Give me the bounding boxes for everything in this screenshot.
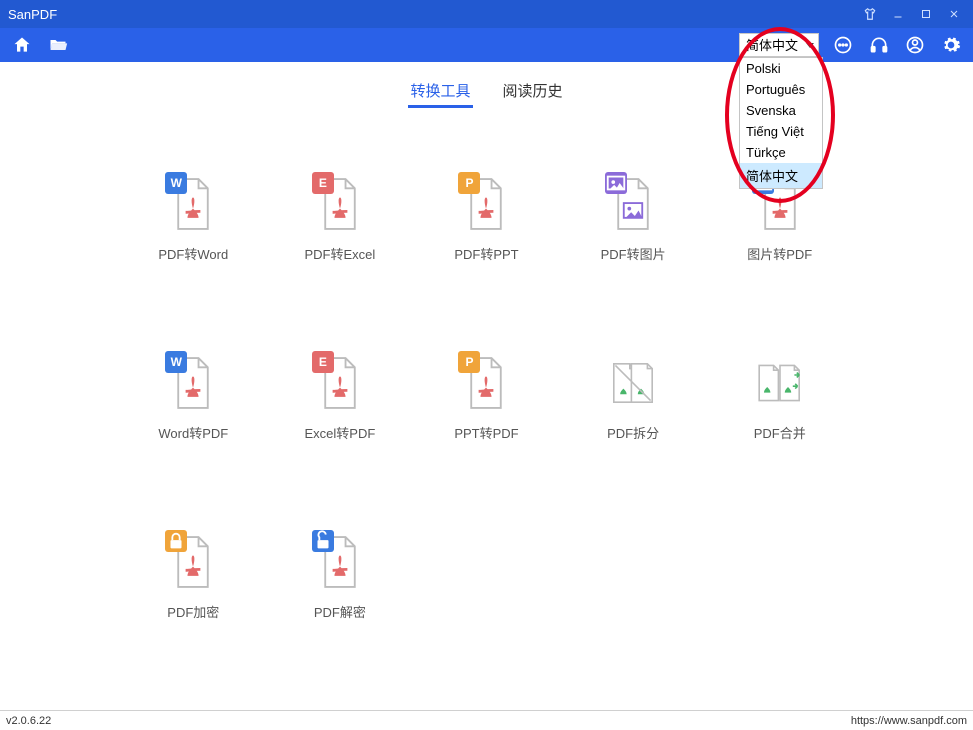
tool-label: PPT转PDF [454,423,518,442]
badge-icon [165,530,187,552]
headphones-icon[interactable] [867,33,891,57]
language-option[interactable]: Türkçe [740,142,822,163]
language-option[interactable]: Polski [740,58,822,79]
tool-label: PDF解密 [314,602,366,621]
tool-label: PDF转PPT [454,244,518,263]
tool-icon [169,532,217,592]
tool-word-to-pdf[interactable]: W Word转PDF [158,353,228,442]
language-menu: PolskiPortuguêsSvenskaTiếng ViệtTürkçe简体… [739,57,823,189]
titlebar: SanPDF [0,0,973,28]
footer-url[interactable]: https://www.sanpdf.com [851,715,967,727]
badge-icon: W [165,351,187,373]
language-option[interactable]: 简体中文 [740,163,822,188]
open-folder-icon[interactable] [46,33,70,57]
home-icon[interactable] [10,33,34,57]
badge-icon: W [165,172,187,194]
tool-icon [609,353,657,413]
tool-icon: E [316,174,364,234]
language-option[interactable]: Tiếng Việt [740,121,822,142]
profile-icon[interactable] [903,33,927,57]
tool-label: PDF合并 [754,423,806,442]
language-selected: 简体中文 [746,38,798,53]
language-option[interactable]: Português [740,79,822,100]
language-option[interactable]: Svenska [740,100,822,121]
badge-icon: P [458,351,480,373]
badge-icon: P [458,172,480,194]
shirt-icon[interactable] [859,3,881,25]
tool-grid: W PDF转Word E PDF转Excel P PDF转PPT PDF转图片 图片转PDF W… [0,114,973,621]
tool-pdf-to-excel[interactable]: E PDF转Excel [304,174,375,263]
tool-pdf-encrypt[interactable]: PDF加密 [167,532,219,621]
tabs: 转换工具 阅读历史 [0,62,973,114]
badge-icon [312,530,334,552]
app-title: SanPDF [8,7,57,22]
footer: v2.0.6.22 https://www.sanpdf.com [0,710,973,730]
tool-icon [756,353,804,413]
tool-pdf-merge[interactable]: PDF合并 [754,353,806,442]
tool-label: PDF拆分 [607,423,659,442]
tool-icon [609,174,657,234]
tool-pdf-to-word[interactable]: W PDF转Word [158,174,228,263]
gear-icon[interactable] [939,33,963,57]
tool-label: Word转PDF [158,423,228,442]
tool-icon [316,532,364,592]
tool-icon: E [316,353,364,413]
language-select[interactable]: 简体中文 PolskiPortuguêsSvenskaTiếng ViệtTür… [739,33,819,57]
tab-convert[interactable]: 转换工具 [408,76,472,108]
tool-pdf-to-image[interactable]: PDF转图片 [601,174,666,263]
tool-excel-to-pdf[interactable]: E Excel转PDF [304,353,375,442]
tool-icon: W [169,174,217,234]
tool-icon: P [462,174,510,234]
badge-icon: E [312,351,334,373]
tool-label: PDF加密 [167,602,219,621]
tool-label: PDF转Word [158,244,228,263]
tool-pdf-split[interactable]: PDF拆分 [607,353,659,442]
maximize-icon[interactable] [915,3,937,25]
tool-label: 图片转PDF [747,244,812,263]
tab-history[interactable]: 阅读历史 [501,76,565,108]
tool-icon: P [462,353,510,413]
close-icon[interactable] [943,3,965,25]
tool-ppt-to-pdf[interactable]: P PPT转PDF [454,353,518,442]
tool-pdf-to-ppt[interactable]: P PDF转PPT [454,174,518,263]
tool-pdf-decrypt[interactable]: PDF解密 [314,532,366,621]
tool-label: PDF转图片 [601,244,666,263]
tool-icon: W [169,353,217,413]
minimize-icon[interactable] [887,3,909,25]
badge-icon: E [312,172,334,194]
badge-icon [605,172,627,194]
tool-label: Excel转PDF [304,423,375,442]
chat-icon[interactable] [831,33,855,57]
toolbar: 简体中文 PolskiPortuguêsSvenskaTiếng ViệtTür… [0,28,973,62]
tool-label: PDF转Excel [304,244,375,263]
version-text: v2.0.6.22 [6,715,51,727]
